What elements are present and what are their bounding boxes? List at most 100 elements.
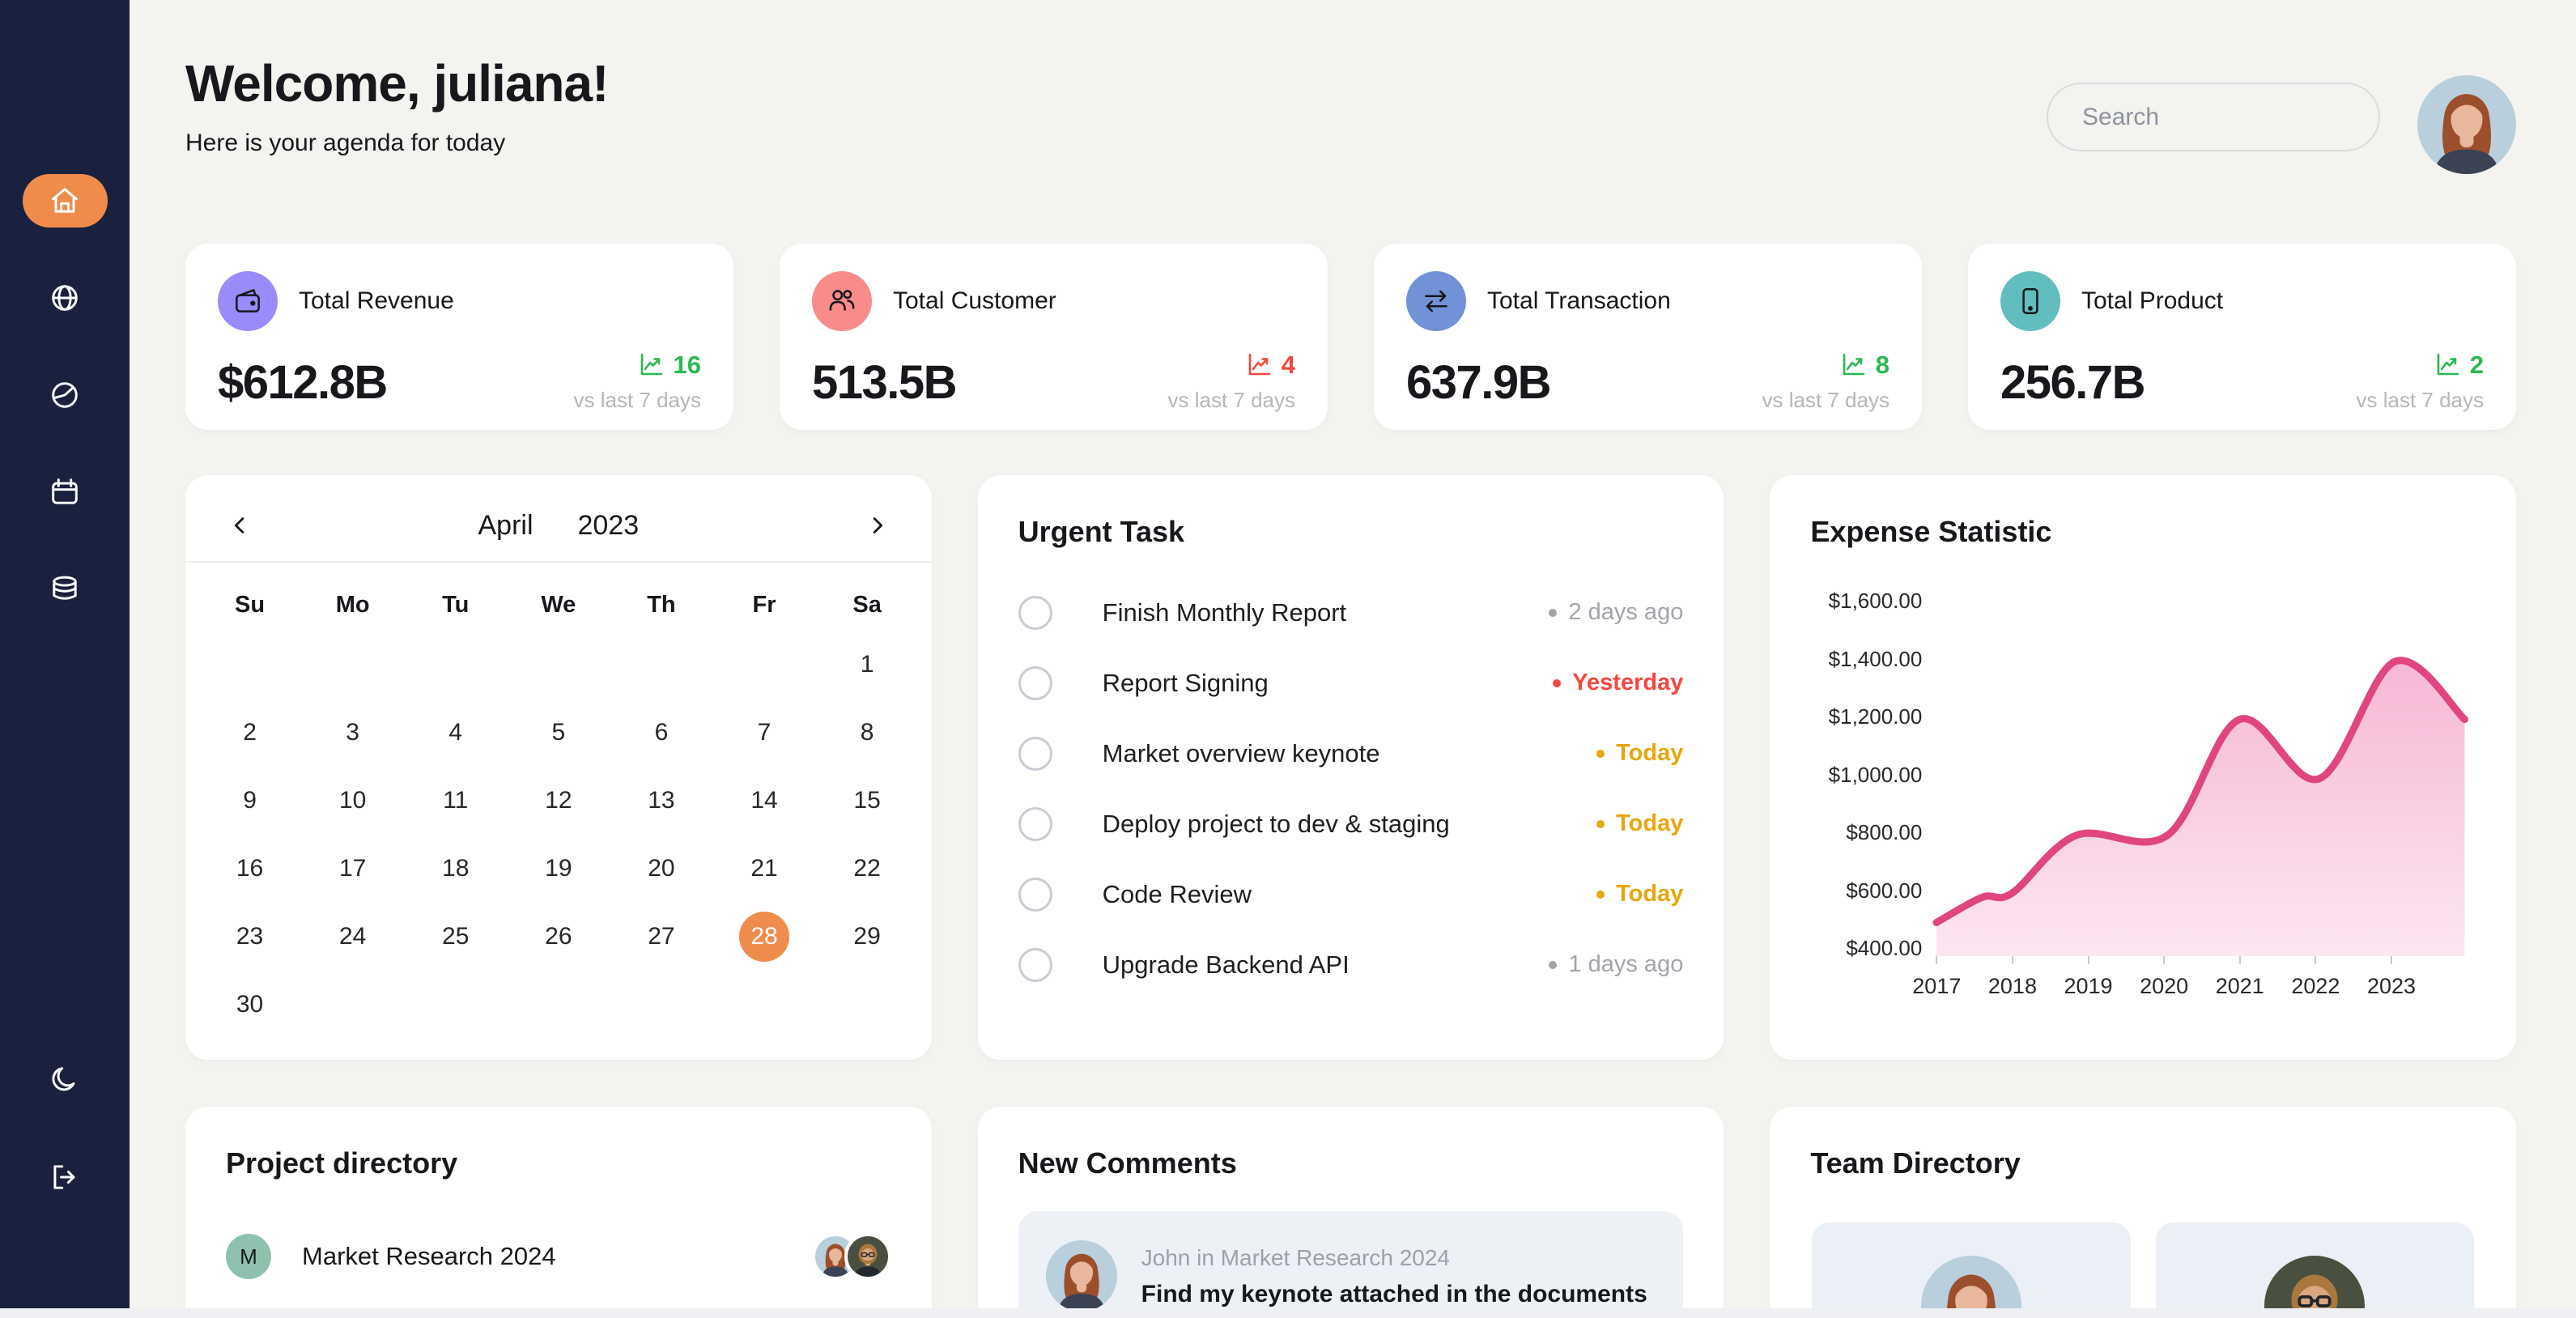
stat-value: 256.7B bbox=[2000, 355, 2145, 410]
calendar-day[interactable]: 14 bbox=[712, 767, 815, 835]
task-label: Deploy project to dev & staging bbox=[1103, 810, 1450, 839]
member-avatar bbox=[844, 1233, 891, 1280]
user-avatar[interactable] bbox=[2417, 75, 2516, 174]
x-axis-label: 2018 bbox=[1972, 974, 2053, 999]
theme-toggle[interactable] bbox=[23, 1053, 108, 1107]
task-due: Today bbox=[1596, 740, 1683, 767]
task-checkbox[interactable] bbox=[1018, 596, 1052, 630]
calendar-day[interactable]: 18 bbox=[404, 835, 507, 903]
nav-database[interactable] bbox=[23, 563, 108, 616]
task-due: Yesterday bbox=[1553, 670, 1683, 696]
calendar-day[interactable]: 3 bbox=[301, 699, 404, 767]
task-label: Report Signing bbox=[1103, 669, 1269, 698]
calendar-day[interactable]: 25 bbox=[404, 903, 507, 971]
trend-chart-icon bbox=[2434, 351, 2462, 379]
nav-pie-chart[interactable] bbox=[23, 368, 108, 422]
due-text: 1 days ago bbox=[1568, 951, 1683, 978]
due-text: Today bbox=[1616, 881, 1683, 908]
calendar-day[interactable]: 17 bbox=[301, 835, 404, 903]
task-due: 2 days ago bbox=[1549, 599, 1683, 626]
y-axis-label: $800.00 bbox=[1770, 820, 1922, 845]
nav-calendar[interactable] bbox=[23, 466, 108, 519]
calendar-day[interactable]: 24 bbox=[301, 903, 404, 971]
logout-button[interactable] bbox=[23, 1150, 108, 1204]
search-input[interactable] bbox=[2082, 104, 2395, 131]
task-row: Code Review Today bbox=[1018, 859, 1684, 929]
calendar-day[interactable]: 4 bbox=[404, 699, 507, 767]
project-row[interactable]: M Market Research 2024 bbox=[185, 1216, 932, 1297]
stat-value: 637.9B bbox=[1406, 355, 1550, 410]
trend-indicator: 16 bbox=[573, 351, 701, 380]
calendar-weekday-row: SuMoTuWeThFrSa bbox=[185, 585, 932, 624]
calendar-icon bbox=[47, 474, 83, 510]
calendar-day-selected[interactable]: 28 bbox=[712, 903, 815, 971]
calendar-day[interactable]: 30 bbox=[198, 971, 301, 1039]
task-checkbox[interactable] bbox=[1018, 807, 1052, 841]
page-title: Welcome, juliana! bbox=[185, 53, 608, 113]
stats-row: Total Revenue $612.8B 16 vs last 7 days … bbox=[185, 244, 2516, 430]
search-bar[interactable] bbox=[2047, 83, 2380, 151]
project-initial-badge: M bbox=[226, 1234, 271, 1279]
calendar-day[interactable]: 29 bbox=[816, 903, 919, 971]
calendar-day[interactable]: 20 bbox=[610, 835, 712, 903]
calendar-day[interactable]: 12 bbox=[507, 767, 610, 835]
calendar-day[interactable]: 16 bbox=[198, 835, 301, 903]
chevron-right-icon bbox=[865, 513, 889, 538]
calendar-day[interactable]: 11 bbox=[404, 767, 507, 835]
calendar-day[interactable]: 21 bbox=[712, 835, 815, 903]
calendar-day[interactable]: 27 bbox=[610, 903, 712, 971]
stat-period: vs last 7 days bbox=[573, 388, 701, 413]
task-checkbox[interactable] bbox=[1018, 948, 1052, 982]
calendar-day[interactable]: 7 bbox=[712, 699, 815, 767]
task-due: 1 days ago bbox=[1549, 951, 1683, 978]
nav-home[interactable] bbox=[23, 174, 108, 227]
comment-item[interactable]: John in Market Research 2024 Find my key… bbox=[1018, 1211, 1684, 1318]
calendar-day[interactable]: 8 bbox=[816, 699, 919, 767]
horizontal-scrollbar[interactable] bbox=[0, 1308, 2576, 1318]
y-axis-label: $1,200.00 bbox=[1770, 704, 1922, 729]
task-due: Today bbox=[1596, 881, 1683, 908]
calendar-day[interactable]: 6 bbox=[610, 699, 712, 767]
calendar-divider bbox=[185, 561, 932, 563]
calendar-day[interactable]: 26 bbox=[507, 903, 610, 971]
y-axis-label: $1,600.00 bbox=[1770, 589, 1922, 614]
calendar-day bbox=[404, 631, 507, 699]
calendar-day bbox=[610, 971, 712, 1039]
stat-card-total-product: Total Product 256.7B 2 vs last 7 days bbox=[1968, 244, 2516, 430]
comment-message: Find my keynote attached in the document… bbox=[1141, 1281, 1647, 1308]
calendar-weekday: Tu bbox=[404, 585, 507, 624]
calendar-day[interactable]: 10 bbox=[301, 767, 404, 835]
stat-label: Total Product bbox=[2081, 287, 2223, 315]
calendar-year: 2023 bbox=[578, 510, 640, 542]
due-dot-icon bbox=[1549, 609, 1557, 617]
project-name: Market Research 2024 bbox=[302, 1242, 556, 1271]
nav-globe[interactable] bbox=[23, 271, 108, 325]
team-directory-title: Team Directory bbox=[1770, 1107, 2516, 1181]
team-member-card[interactable] bbox=[1812, 1222, 2130, 1318]
calendar-day[interactable]: 1 bbox=[816, 631, 919, 699]
calendar-day[interactable]: 19 bbox=[507, 835, 610, 903]
task-checkbox[interactable] bbox=[1018, 666, 1052, 700]
calendar-day[interactable]: 22 bbox=[816, 835, 919, 903]
calendar-day[interactable]: 2 bbox=[198, 699, 301, 767]
next-month-button[interactable] bbox=[854, 503, 899, 548]
due-text: Today bbox=[1616, 810, 1683, 837]
page-header: Welcome, juliana! Here is your agenda fo… bbox=[185, 53, 2516, 174]
task-checkbox[interactable] bbox=[1018, 737, 1052, 771]
calendar-weekday: We bbox=[507, 585, 610, 624]
prev-month-button[interactable] bbox=[218, 503, 263, 548]
team-member-card[interactable] bbox=[2156, 1222, 2474, 1318]
expense-statistic-card: Expense Statistic $1,600.00$1,400.00$1,2… bbox=[1770, 475, 2516, 1060]
calendar-day[interactable]: 9 bbox=[198, 767, 301, 835]
task-label: Code Review bbox=[1103, 880, 1252, 909]
calendar-day[interactable]: 15 bbox=[816, 767, 919, 835]
trend-chart-icon bbox=[638, 351, 665, 379]
sidebar bbox=[0, 0, 130, 1318]
urgent-task-title: Urgent Task bbox=[978, 475, 1724, 550]
calendar-day[interactable]: 23 bbox=[198, 903, 301, 971]
task-checkbox[interactable] bbox=[1018, 878, 1052, 912]
calendar-day[interactable]: 13 bbox=[610, 767, 712, 835]
project-directory-title: Project directory bbox=[185, 1107, 932, 1181]
stat-card-total-customer: Total Customer 513.5B 4 vs last 7 days bbox=[780, 244, 1328, 430]
calendar-day[interactable]: 5 bbox=[507, 699, 610, 767]
